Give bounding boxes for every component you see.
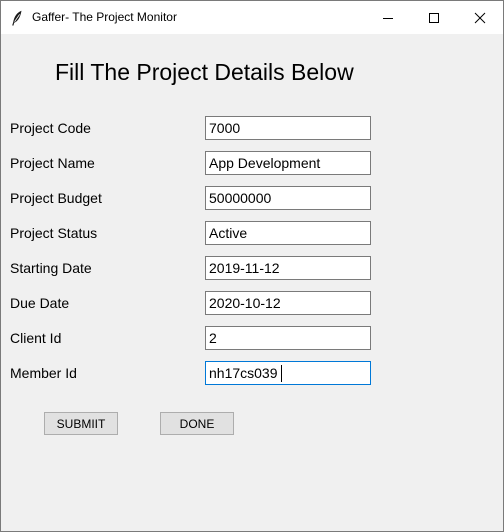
app-window: Gaffer- The Project Monitor Fill The Pro… <box>0 0 504 532</box>
project-status-input[interactable] <box>205 221 371 245</box>
member-id-label: Member Id <box>10 365 77 381</box>
window-title: Gaffer- The Project Monitor <box>32 10 177 24</box>
title-bar[interactable]: Gaffer- The Project Monitor <box>1 1 503 34</box>
project-name-label: Project Name <box>10 155 95 171</box>
client-id-label: Client Id <box>10 330 62 346</box>
text-caret <box>281 365 282 382</box>
project-status-label: Project Status <box>10 225 98 241</box>
submit-button[interactable]: SUBMIIT <box>44 412 118 435</box>
minimize-icon <box>383 18 393 19</box>
done-button[interactable]: DONE <box>160 412 234 435</box>
project-code-label: Project Code <box>10 120 91 136</box>
project-code-input[interactable] <box>205 116 371 140</box>
close-icon <box>474 12 486 24</box>
project-budget-label: Project Budget <box>10 190 102 206</box>
feather-icon <box>11 10 23 26</box>
project-name-input[interactable] <box>205 151 371 175</box>
form-heading: Fill The Project Details Below <box>55 59 354 85</box>
project-budget-input[interactable] <box>205 186 371 210</box>
maximize-icon <box>429 13 439 23</box>
client-id-input[interactable] <box>205 326 371 350</box>
close-button[interactable] <box>457 1 503 34</box>
minimize-button[interactable] <box>365 1 411 34</box>
due-date-input[interactable] <box>205 291 371 315</box>
maximize-button[interactable] <box>411 1 457 34</box>
member-id-input[interactable] <box>205 361 371 385</box>
starting-date-input[interactable] <box>205 256 371 280</box>
due-date-label: Due Date <box>10 295 70 311</box>
starting-date-label: Starting Date <box>10 260 92 276</box>
